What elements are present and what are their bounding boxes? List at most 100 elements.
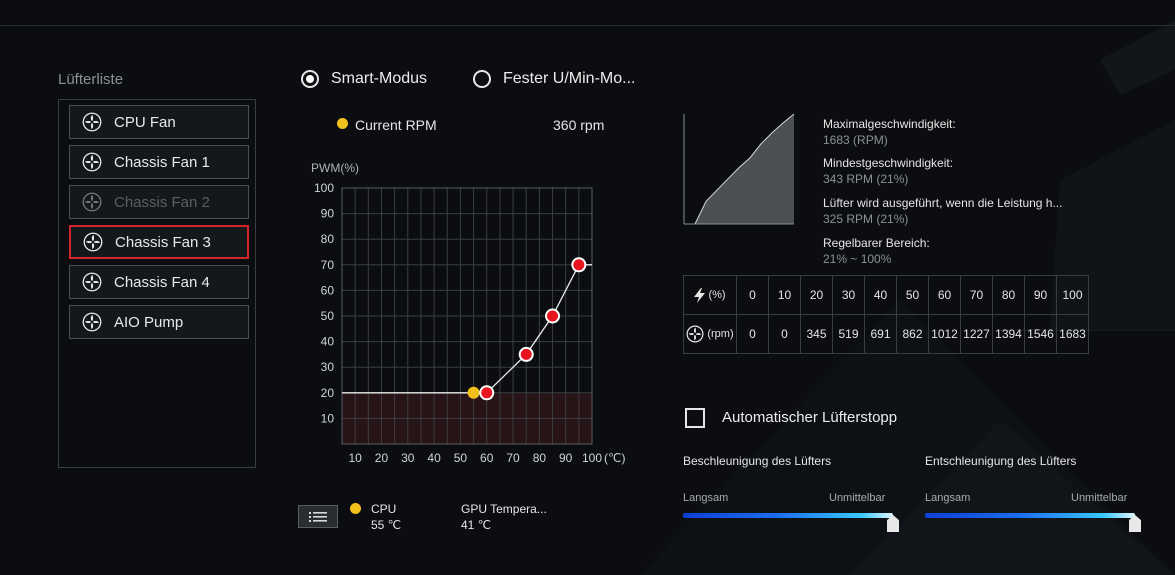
- range-label: Regelbarer Bereich:: [823, 236, 930, 250]
- rpm-header: (rpm): [683, 314, 737, 354]
- fan-item-chassis-fan-3[interactable]: Chassis Fan 3: [69, 225, 249, 259]
- y-tick-label: 50: [321, 309, 335, 323]
- fan-run-value: 325 RPM (21%): [823, 212, 909, 226]
- pwm-header: (%): [683, 275, 737, 315]
- fan-list: CPU Fan Chassis Fan 1 Chassis Fan 2 Chas…: [58, 99, 256, 468]
- lightning-icon: [694, 287, 706, 303]
- y-tick-label: 30: [321, 360, 335, 374]
- fan-item-label: AIO Pump: [114, 313, 184, 331]
- pwm-cell: 0: [736, 275, 769, 315]
- cpu-temp-value: 55 ℃: [371, 518, 402, 532]
- fan-icon: [82, 152, 102, 172]
- fan-list-title: Lüfterliste: [58, 71, 124, 88]
- min-speed-label: Mindestgeschwindigkeit:: [823, 156, 954, 170]
- fan-icon: [82, 192, 102, 212]
- radio-unchecked-icon: [473, 70, 491, 88]
- rpm-cell: 0: [768, 314, 801, 354]
- fan-item-label: Chassis Fan 4: [114, 273, 210, 291]
- x-tick-label: 60: [480, 451, 494, 465]
- rpm-cell: 1227: [960, 314, 993, 354]
- accel-slider-track[interactable]: [683, 513, 893, 518]
- x-tick-label: 40: [427, 451, 441, 465]
- x-tick-label: 10: [348, 451, 362, 465]
- current-rpm-dot: [337, 118, 348, 129]
- max-speed-label: Maximalgeschwindigkeit:: [823, 117, 956, 131]
- fan-item-cpu-fan[interactable]: CPU Fan: [69, 105, 249, 139]
- rpm-unit: (rpm): [707, 328, 734, 340]
- fan-icon: [82, 112, 102, 132]
- rpm-cell: 1394: [992, 314, 1025, 354]
- rpm-preview-chart: [683, 113, 795, 225]
- rpm-cell: 1683: [1056, 314, 1089, 354]
- pwm-unit: (%): [708, 289, 726, 301]
- pwm-cell: 30: [832, 275, 865, 315]
- fixed-rpm-mode-radio[interactable]: Fester U/Min-Mo...: [473, 70, 635, 88]
- curve-control-point[interactable]: [571, 257, 587, 273]
- y-tick-label: 20: [321, 386, 335, 400]
- rpm-cell: 1012: [928, 314, 961, 354]
- gpu-temp-value: 41 ℃: [461, 518, 492, 532]
- pwm-cell: 40: [864, 275, 897, 315]
- max-speed-value: 1683 (RPM): [823, 133, 888, 147]
- radio-checked-icon: [301, 70, 319, 88]
- pwm-cell: 100: [1056, 275, 1089, 315]
- pwm-cell: 90: [1024, 275, 1057, 315]
- fan-run-label: Lüfter wird ausgeführt, wenn die Leistun…: [823, 196, 1063, 210]
- rpm-cell: 1546: [1024, 314, 1057, 354]
- rpm-cell: 345: [800, 314, 833, 354]
- cpu-temp-dot: [350, 503, 361, 514]
- y-tick-label: 100: [314, 181, 334, 195]
- pwm-cell: 70: [960, 275, 993, 315]
- decel-max-label: Unmittelbar: [1071, 492, 1128, 504]
- rpm-cell: 0: [736, 314, 769, 354]
- fan-item-label: Chassis Fan 1: [114, 153, 210, 171]
- y-tick-label: 60: [321, 283, 335, 297]
- smart-mode-radio[interactable]: Smart-Modus: [301, 70, 427, 88]
- gpu-temp-name: GPU Tempera...: [461, 502, 547, 516]
- rpm-cell: 519: [832, 314, 865, 354]
- x-tick-label: 90: [559, 451, 573, 465]
- current-temp-point: [467, 386, 480, 399]
- curve-control-point[interactable]: [479, 385, 495, 401]
- y-tick-label: 90: [321, 207, 335, 221]
- y-tick-label: 70: [321, 258, 335, 272]
- min-speed-value: 343 RPM (21%): [823, 172, 909, 186]
- fan-item-chassis-fan-1[interactable]: Chassis Fan 1: [69, 145, 249, 179]
- fan-item-label: CPU Fan: [114, 113, 176, 131]
- range-value: 21% ~ 100%: [823, 252, 892, 266]
- pwm-cell: 10: [768, 275, 801, 315]
- auto-fan-stop-checkbox[interactable]: [685, 408, 705, 428]
- current-rpm-label: Current RPM: [355, 117, 437, 133]
- rpm-curve-area: [684, 114, 794, 224]
- x-tick-label: 30: [401, 451, 415, 465]
- y-tick-label: 40: [321, 335, 335, 349]
- decel-title: Entschleunigung des Lüfters: [925, 454, 1077, 468]
- fan-item-chassis-fan-2[interactable]: Chassis Fan 2: [69, 185, 249, 219]
- accel-max-label: Unmittelbar: [829, 492, 886, 504]
- pwm-rpm-table: (%) 0 10 20 30 40 50 60 70 80 90 100 (rp…: [683, 275, 1089, 354]
- accel-title: Beschleunigung des Lüfters: [683, 454, 832, 468]
- fan-item-chassis-fan-4[interactable]: Chassis Fan 4: [69, 265, 249, 299]
- fan-icon: [82, 312, 102, 332]
- fan-curve-chart[interactable]: 10 20 30 40 50 60 70 80 90 100 10 20 30 40 50 60 70 80 90 1…: [300, 180, 640, 470]
- current-rpm-value: 360 rpm: [553, 117, 605, 133]
- decel-slider-track[interactable]: [925, 513, 1135, 518]
- decel-min-label: Langsam: [925, 492, 971, 504]
- auto-fan-stop-label: Automatischer Lüfterstopp: [722, 409, 898, 426]
- smart-mode-label: Smart-Modus: [331, 70, 428, 87]
- x-tick-label: 20: [375, 451, 389, 465]
- curve-control-point[interactable]: [518, 346, 534, 362]
- x-tick-label: 80: [533, 451, 547, 465]
- y-tick-label: 80: [321, 232, 335, 246]
- fan-item-aio-pump[interactable]: AIO Pump: [69, 305, 249, 339]
- temp-source-list-button[interactable]: [298, 505, 338, 528]
- x-tick-label: 100: [582, 451, 602, 465]
- cpu-temp-name: CPU: [371, 502, 397, 516]
- curve-control-point[interactable]: [545, 308, 561, 324]
- pwm-cell: 80: [992, 275, 1025, 315]
- fan-icon: [83, 232, 103, 252]
- fan-icon: [82, 272, 102, 292]
- list-icon: [309, 511, 327, 522]
- fan-icon: [686, 325, 704, 343]
- fixed-rpm-mode-label: Fester U/Min-Mo...: [503, 70, 636, 87]
